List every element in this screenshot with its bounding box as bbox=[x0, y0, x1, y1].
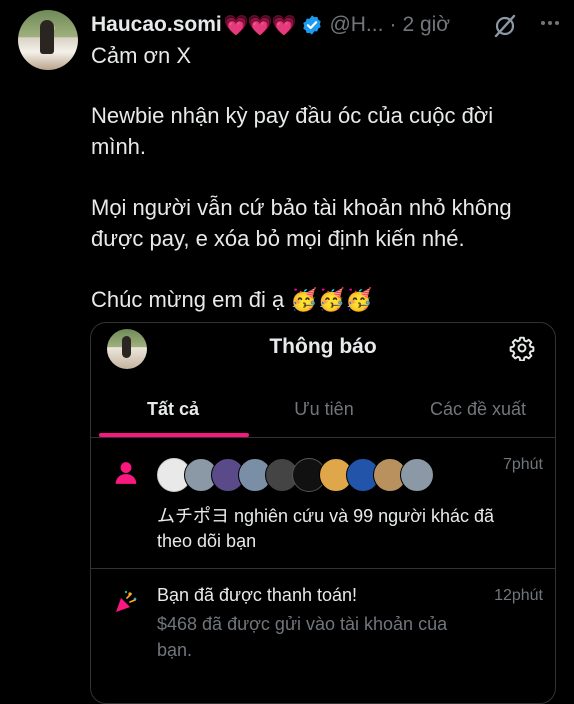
payout-title: Bạn đã được thanh toán! bbox=[157, 585, 357, 605]
tweet-header: Haucao.somi 💗💗💗 @H... · 2 giờ bbox=[91, 10, 450, 40]
author-handle[interactable]: @H... bbox=[329, 13, 383, 37]
separator-dot: · bbox=[389, 13, 397, 36]
tweet-line: Cảm ơn X bbox=[91, 43, 192, 68]
notification-tabs: Tất cả Ưu tiên Các đề xuất bbox=[91, 385, 555, 438]
notifications-screenshot[interactable]: Thông báo Tất cả Ưu tiên Các đề xuất 7ph… bbox=[90, 322, 556, 704]
person-icon bbox=[115, 462, 137, 484]
more-options-icon[interactable] bbox=[541, 21, 559, 25]
notifications-title: Thông báo bbox=[269, 335, 377, 358]
tweet-line: Mọi người vẫn cứ bảo tài khoản nhỏ không… bbox=[91, 195, 512, 251]
notification-time: 7phút bbox=[502, 456, 543, 473]
active-tab-indicator bbox=[99, 433, 249, 437]
tab-suggestions: Các đề xuất bbox=[429, 399, 527, 419]
notification-item: Bạn đã được thanh toán! 12phút $468 đã đ… bbox=[91, 569, 555, 703]
author-name[interactable]: Haucao.somi bbox=[91, 13, 222, 37]
payout-body: $468 đã được gửi vào tài khoản của bạn. bbox=[157, 614, 448, 660]
tweet-line: Chúc mừng em đi ạ 🥳🥳🥳 bbox=[91, 287, 373, 312]
notification-text: ムチポヨ nghiên cứu và 99 người khác đã theo… bbox=[157, 506, 495, 551]
author-avatar[interactable] bbox=[18, 10, 78, 70]
tab-priority: Ưu tiên bbox=[294, 399, 354, 419]
heart-emojis: 💗💗💗 bbox=[223, 14, 297, 37]
tweet-line: Newbie nhận kỳ pay đầu óc của cuộc đời m… bbox=[91, 103, 494, 159]
follower-avatar bbox=[400, 458, 434, 492]
notification-time: 12phút bbox=[494, 587, 543, 604]
gear-icon bbox=[509, 336, 535, 361]
follower-avatars bbox=[157, 458, 434, 492]
notification-item: 7phút ムチポヨ nghiên cứu và 99 người khác đ… bbox=[91, 438, 555, 569]
tweet-time[interactable]: 2 giờ bbox=[402, 13, 450, 37]
party-popper-icon bbox=[116, 590, 137, 612]
verified-badge-icon bbox=[303, 15, 322, 35]
grok-icon[interactable] bbox=[492, 13, 518, 39]
tab-all: Tất cả bbox=[146, 399, 200, 419]
